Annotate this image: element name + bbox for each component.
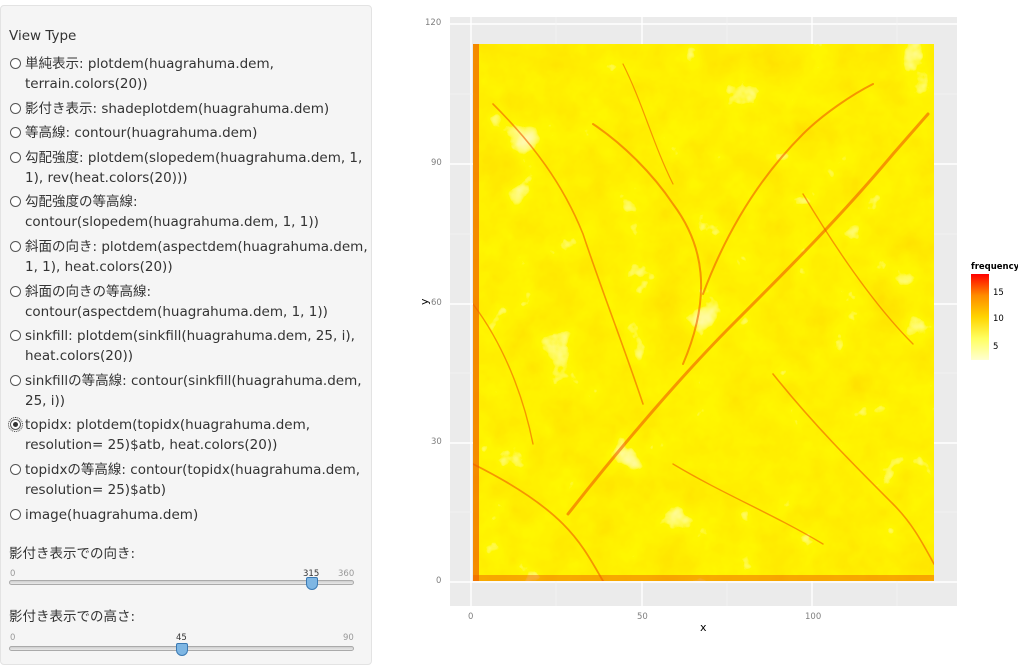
radio-unchecked-icon[interactable] — [10, 330, 21, 342]
view-type-option-label: image(huagrahuma.dem) — [25, 506, 199, 523]
legend-colorbar — [971, 274, 989, 360]
view-type-radio-group: 単純表示: plotdem(huagrahuma.dem, terrain.co… — [8, 54, 369, 529]
legend-tick-label: 10 — [993, 314, 1004, 324]
view-type-option[interactable]: image(huagrahuma.dem) — [9, 505, 369, 525]
view-type-option[interactable]: 斜面の向きの等高線: contour(aspectdem(huagrahuma.… — [9, 282, 369, 322]
legend-tick-label: 15 — [993, 288, 1004, 298]
x-tick-label: 100 — [805, 612, 822, 622]
view-type-option[interactable]: 勾配強度の等高線: contour(slopedem(huagrahuma.de… — [9, 192, 369, 232]
shade-height-min: 0 — [10, 633, 16, 643]
y-tick-label: 0 — [436, 576, 442, 586]
view-type-option-label: 斜面の向きの等高線: contour(aspectdem(huagrahuma.… — [25, 283, 328, 320]
shade-height-max: 90 — [343, 633, 354, 643]
radio-unchecked-icon[interactable] — [10, 240, 21, 252]
radio-unchecked-icon[interactable] — [10, 374, 21, 386]
y-tick-label: 60 — [431, 298, 442, 308]
x-axis-title: x — [700, 621, 707, 634]
y-axis-title: y — [418, 298, 431, 305]
radio-unchecked-icon[interactable] — [10, 58, 21, 69]
view-type-option-label: 影付き表示: shadeplotdem(huagrahuma.dem) — [25, 100, 330, 117]
view-type-option-label: sinkfillの等高線: contour(sinkfill(huagrahum… — [25, 372, 362, 409]
x-tick-label: 50 — [637, 612, 648, 622]
view-type-option-label: 勾配強度の等高線: contour(slopedem(huagrahuma.de… — [25, 194, 319, 231]
view-type-option[interactable]: sinkfill: plotdem(sinkfill(huagrahuma.de… — [9, 326, 369, 366]
view-type-option-label: 単純表示: plotdem(huagrahuma.dem, terrain.co… — [25, 56, 274, 92]
shade-direction-label: 影付き表示での向き: — [9, 546, 136, 562]
topidx-heatmap — [473, 44, 934, 581]
view-type-option-label: 勾配強度: plotdem(slopedem(huagrahuma.dem, 1… — [25, 149, 363, 186]
view-type-option[interactable]: 勾配強度: plotdem(slopedem(huagrahuma.dem, 1… — [9, 148, 369, 188]
y-tick-label: 30 — [431, 437, 442, 447]
view-type-label: View Type — [9, 28, 77, 44]
view-type-option-label: 等高線: contour(huagrahuma.dem) — [25, 125, 258, 142]
radio-unchecked-icon[interactable] — [10, 508, 21, 520]
radio-unchecked-icon[interactable] — [10, 127, 21, 139]
view-type-option[interactable]: 影付き表示: shadeplotdem(huagrahuma.dem) — [9, 99, 369, 119]
shade-height-label: 影付き表示での高さ: — [9, 609, 136, 625]
y-tick-label: 120 — [425, 18, 442, 28]
x-tick-label: 0 — [468, 612, 474, 622]
view-type-option-label: 斜面の向き: plotdem(aspectdem(huagrahuma.dem,… — [25, 238, 368, 275]
y-tick-label: 90 — [431, 158, 442, 168]
view-type-option[interactable]: 単純表示: plotdem(huagrahuma.dem, terrain.co… — [9, 54, 369, 94]
view-type-option[interactable]: 斜面の向き: plotdem(aspectdem(huagrahuma.dem,… — [9, 237, 369, 277]
shade-direction-handle[interactable] — [306, 577, 318, 590]
radio-checked-icon[interactable] — [8, 417, 23, 433]
view-type-option-label: topidx: plotdem(topidx(huagrahuma.dem, r… — [25, 417, 311, 454]
shade-direction-max: 360 — [338, 569, 355, 579]
view-type-option[interactable]: topidx: plotdem(topidx(huagrahuma.dem, r… — [8, 415, 369, 455]
sidebar-panel: View Type 単純表示: plotdem(huagrahuma.dem, … — [0, 5, 372, 665]
view-type-option-label: topidxの等高線: contour(topidx(huagrahuma.de… — [25, 461, 361, 498]
view-type-option[interactable]: 等高線: contour(huagrahuma.dem) — [9, 123, 369, 143]
shade-height-value: 45 — [176, 633, 187, 643]
radio-unchecked-icon[interactable] — [10, 151, 21, 163]
shade-direction-slider[interactable] — [9, 580, 354, 585]
radio-unchecked-icon[interactable] — [10, 463, 21, 475]
shade-height-handle[interactable] — [176, 643, 188, 656]
radio-unchecked-icon[interactable] — [10, 285, 21, 297]
view-type-option[interactable]: sinkfillの等高線: contour(sinkfill(huagrahum… — [9, 371, 369, 411]
view-type-option-label: sinkfill: plotdem(sinkfill(huagrahuma.de… — [25, 328, 355, 365]
shade-direction-min: 0 — [10, 569, 16, 579]
legend-tick-label: 5 — [993, 342, 999, 352]
legend-title: frequency — [971, 262, 1018, 272]
view-type-option[interactable]: topidxの等高線: contour(topidx(huagrahuma.de… — [9, 460, 369, 500]
radio-unchecked-icon[interactable] — [10, 102, 21, 114]
radio-unchecked-icon[interactable] — [10, 196, 21, 208]
